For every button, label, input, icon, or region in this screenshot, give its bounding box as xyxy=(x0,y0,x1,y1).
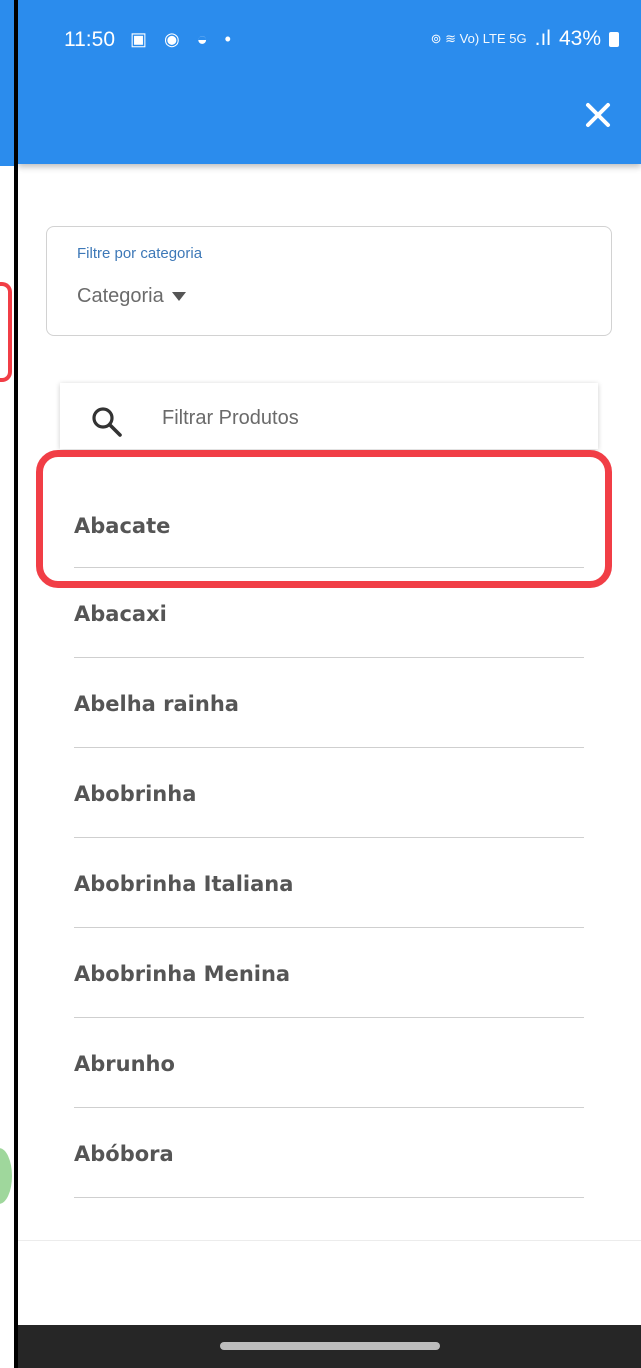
list-item-label: Abóbora xyxy=(74,1142,174,1166)
category-dropdown-value: Categoria xyxy=(77,285,164,307)
caret-down-icon xyxy=(171,292,186,301)
list-item-label: Abobrinha xyxy=(74,782,197,806)
status-bar: 11:50 ▣ ◉ ◒ • ⊚ ≋ Vo) LTE 5G .ıl 43% xyxy=(18,0,641,80)
product-search-bar xyxy=(60,383,598,449)
list-item[interactable]: Abacaxi xyxy=(74,568,584,658)
list-item-label: Abobrinha Menina xyxy=(74,962,291,986)
list-item[interactable]: Abrunho xyxy=(74,1018,584,1108)
bottom-panel xyxy=(18,1240,641,1326)
background-app-strip xyxy=(0,0,14,1368)
status-time: 11:50 xyxy=(64,28,115,51)
product-search-input[interactable] xyxy=(160,397,584,439)
close-icon xyxy=(586,103,610,127)
list-item-label: Abrunho xyxy=(74,1052,175,1076)
list-item[interactable]: Abelha rainha xyxy=(74,658,584,748)
background-highlight-mark xyxy=(0,282,12,382)
list-item[interactable]: Abobrinha Italiana xyxy=(74,838,584,928)
list-item-label: Abobrinha Italiana xyxy=(74,872,294,896)
signal-icon: .ıl xyxy=(534,27,551,50)
system-navigation-bar xyxy=(18,1325,641,1368)
home-gesture-handle[interactable] xyxy=(220,1342,440,1350)
product-filter-screen: 11:50 ▣ ◉ ◒ • ⊚ ≋ Vo) LTE 5G .ıl 43% Fil… xyxy=(18,0,641,1368)
list-item[interactable]: Abobrinha Menina xyxy=(74,928,584,1018)
background-app-bar xyxy=(0,0,14,166)
list-item[interactable]: Abacate xyxy=(74,480,584,568)
product-list: Abacate Abacaxi Abelha rainha Abobrinha … xyxy=(74,480,584,1198)
search-icon xyxy=(92,407,122,437)
category-dropdown[interactable]: Categoria xyxy=(77,285,186,308)
battery-level: 43% xyxy=(558,27,601,50)
battery-icon xyxy=(609,31,619,47)
list-item-label: Abacaxi xyxy=(74,602,167,626)
close-button[interactable] xyxy=(581,98,615,132)
notification-icons: ▣ ◉ ◒ • xyxy=(130,29,237,49)
network-icons: ⊚ ≋ Vo) LTE 5G xyxy=(430,31,527,46)
list-item[interactable]: Abóbora xyxy=(74,1108,584,1198)
list-item-label: Abelha rainha xyxy=(74,692,239,716)
list-item[interactable]: Abobrinha xyxy=(74,748,584,838)
app-bar: 11:50 ▣ ◉ ◒ • ⊚ ≋ Vo) LTE 5G .ıl 43% xyxy=(18,0,641,164)
category-filter[interactable]: Filtre por categoria Categoria xyxy=(46,226,612,336)
background-fab xyxy=(0,1148,12,1204)
status-right: ⊚ ≋ Vo) LTE 5G .ıl 43% xyxy=(431,27,619,51)
list-item-label: Abacate xyxy=(74,514,171,538)
category-filter-label: Filtre por categoria xyxy=(77,245,203,262)
